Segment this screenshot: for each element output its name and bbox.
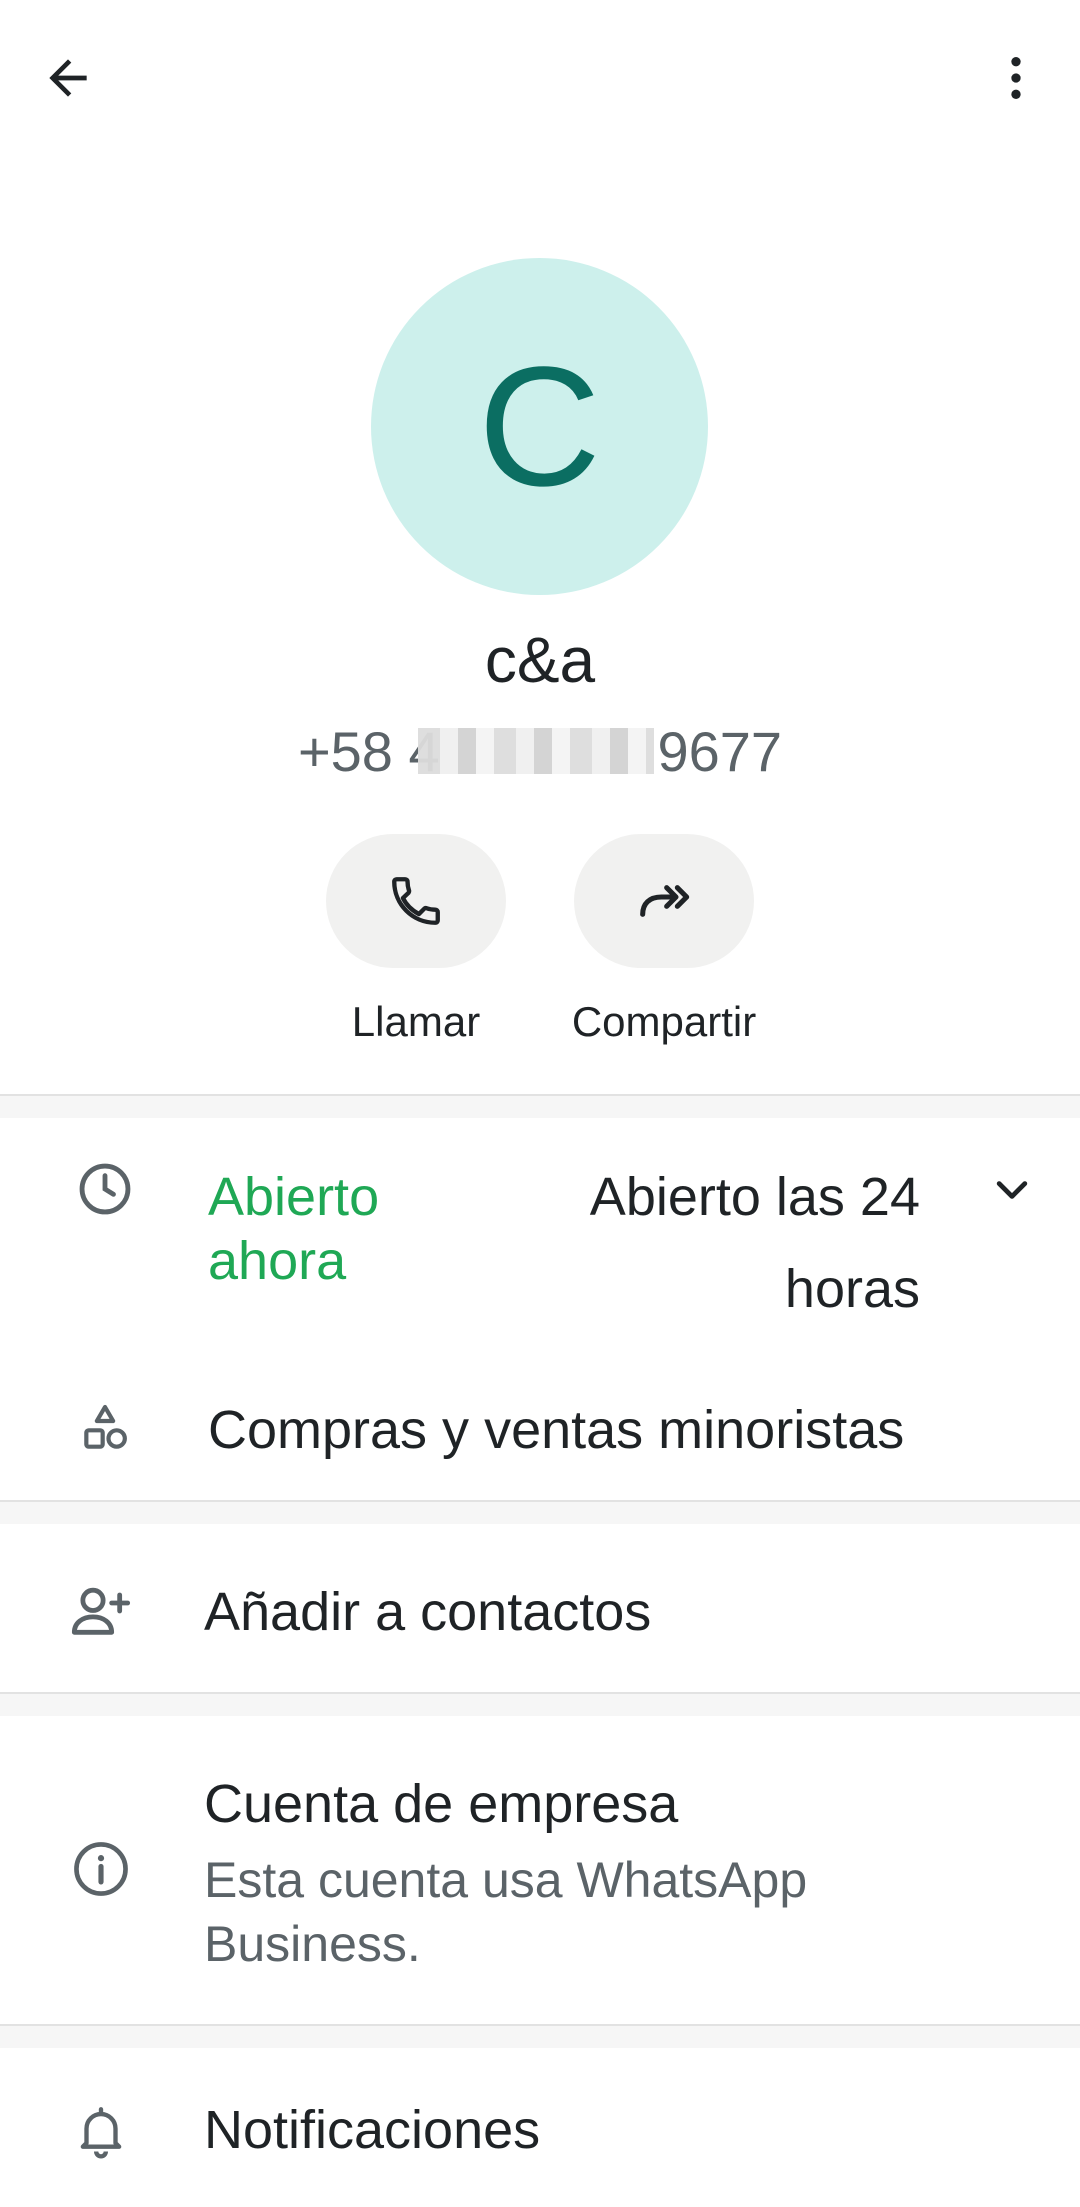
clock-icon bbox=[70, 1154, 140, 1224]
avatar-letter: C bbox=[478, 331, 601, 522]
phone-redaction bbox=[418, 728, 654, 774]
arrow-left-icon bbox=[49, 59, 87, 97]
phone-icon bbox=[392, 877, 440, 925]
business-account-subtitle: Esta cuenta usa WhatsApp Business. bbox=[204, 1852, 808, 1972]
contact-name: c&a bbox=[484, 624, 596, 696]
share-button[interactable] bbox=[574, 834, 754, 968]
call-button[interactable] bbox=[326, 834, 506, 968]
section-divider bbox=[0, 2024, 1080, 2048]
expand-hours-button[interactable] bbox=[982, 1160, 1042, 1220]
section-divider bbox=[0, 1692, 1080, 1716]
shapes-icon bbox=[70, 1393, 140, 1463]
section-divider bbox=[0, 1500, 1080, 1524]
back-button[interactable] bbox=[28, 38, 108, 118]
bell-icon bbox=[66, 2096, 136, 2166]
more-vertical-icon bbox=[1011, 57, 1021, 99]
add-person-icon bbox=[66, 1576, 136, 1646]
chevron-down-icon bbox=[996, 1181, 1028, 1199]
open-status: Abierto ahora bbox=[208, 1167, 380, 1291]
avatar[interactable]: C bbox=[371, 258, 708, 595]
hours-detail: Abierto las 24 horas bbox=[589, 1167, 920, 1319]
add-contact-label: Añadir a contactos bbox=[204, 1582, 652, 1642]
business-account-title: Cuenta de empresa bbox=[204, 1774, 679, 1834]
top-app-bar bbox=[0, 0, 1080, 160]
share-forward-icon bbox=[640, 885, 690, 917]
share-label: Compartir bbox=[571, 998, 757, 1045]
notifications-label: Notificaciones bbox=[204, 2100, 541, 2160]
call-label: Llamar bbox=[351, 998, 481, 1045]
more-options-button[interactable] bbox=[976, 38, 1056, 118]
info-icon bbox=[66, 1834, 136, 1904]
category-label: Compras y ventas minoristas bbox=[208, 1400, 905, 1460]
section-divider bbox=[0, 1094, 1080, 1118]
